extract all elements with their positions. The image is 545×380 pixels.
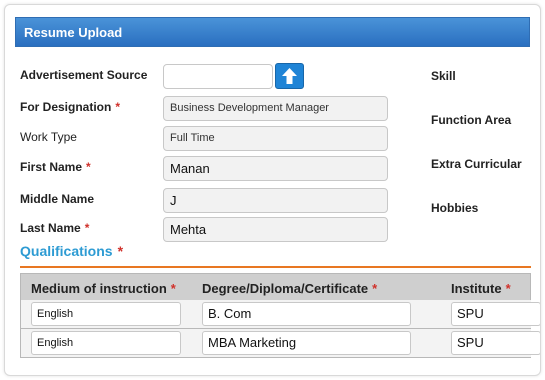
designation-label-text: For Designation	[20, 100, 112, 114]
column-header-label: Medium of instruction	[31, 281, 167, 296]
work-type-label: Work Type	[20, 130, 77, 144]
column-header-institute: Institute *	[451, 281, 511, 296]
degree-input[interactable]: MBA Marketing	[202, 331, 411, 355]
panel-header: Resume Upload	[15, 17, 530, 47]
work-type-field[interactable]: Full Time	[163, 126, 388, 151]
designation-label: For Designation *	[20, 100, 120, 114]
qualifications-title: Qualifications *	[20, 243, 123, 259]
first-name-input[interactable]: Manan	[163, 156, 388, 181]
institute-input[interactable]: SPU	[451, 302, 540, 326]
column-header-label: Degree/Diploma/Certificate	[202, 281, 369, 296]
last-name-label: Last Name *	[20, 221, 89, 235]
table-row: English B. Com SPU	[20, 300, 540, 329]
required-mark: *	[84, 221, 90, 235]
column-header-medium: Medium of instruction *	[31, 281, 176, 296]
medium-field[interactable]: English	[31, 331, 181, 355]
required-mark: *	[117, 243, 124, 259]
panel-title: Resume Upload	[24, 25, 123, 40]
last-name-label-text: Last Name	[20, 221, 81, 235]
column-header-degree: Degree/Diploma/Certificate *	[202, 281, 377, 296]
qualifications-divider	[20, 266, 531, 268]
required-mark: *	[372, 281, 378, 296]
advertisement-source-label: Advertisement Source	[20, 68, 148, 82]
required-mark: *	[505, 281, 511, 296]
required-mark: *	[86, 160, 91, 174]
institute-input[interactable]: SPU	[451, 331, 540, 355]
qualifications-table-header: Medium of instruction * Degree/Diploma/Ce…	[20, 273, 531, 301]
first-name-label-text: First Name	[20, 160, 83, 174]
required-mark: *	[115, 100, 121, 114]
table-row: English MBA Marketing SPU	[20, 329, 540, 358]
resume-upload-panel: Resume Upload Advertisement Source For D…	[4, 4, 541, 376]
hobbies-label: Hobbies	[431, 201, 479, 215]
upload-button[interactable]	[275, 63, 304, 89]
middle-name-label: Middle Name	[20, 192, 95, 206]
middle-name-input[interactable]: J	[163, 188, 388, 213]
last-name-input[interactable]: Mehta	[163, 217, 388, 242]
degree-input[interactable]: B. Com	[202, 302, 411, 326]
qualifications-title-text: Qualifications	[20, 243, 113, 259]
column-header-label: Institute	[451, 281, 502, 296]
first-name-label: First Name *	[20, 160, 91, 174]
medium-field[interactable]: English	[31, 302, 181, 326]
skill-label: Skill	[431, 69, 456, 83]
required-mark: *	[170, 281, 176, 296]
function-area-label: Function Area	[431, 113, 512, 127]
upload-arrow-icon	[282, 68, 297, 84]
designation-field[interactable]: Business Development Manager	[163, 96, 388, 121]
extra-curricular-label: Extra Curricular	[431, 157, 522, 171]
advertisement-source-input[interactable]	[163, 64, 273, 89]
